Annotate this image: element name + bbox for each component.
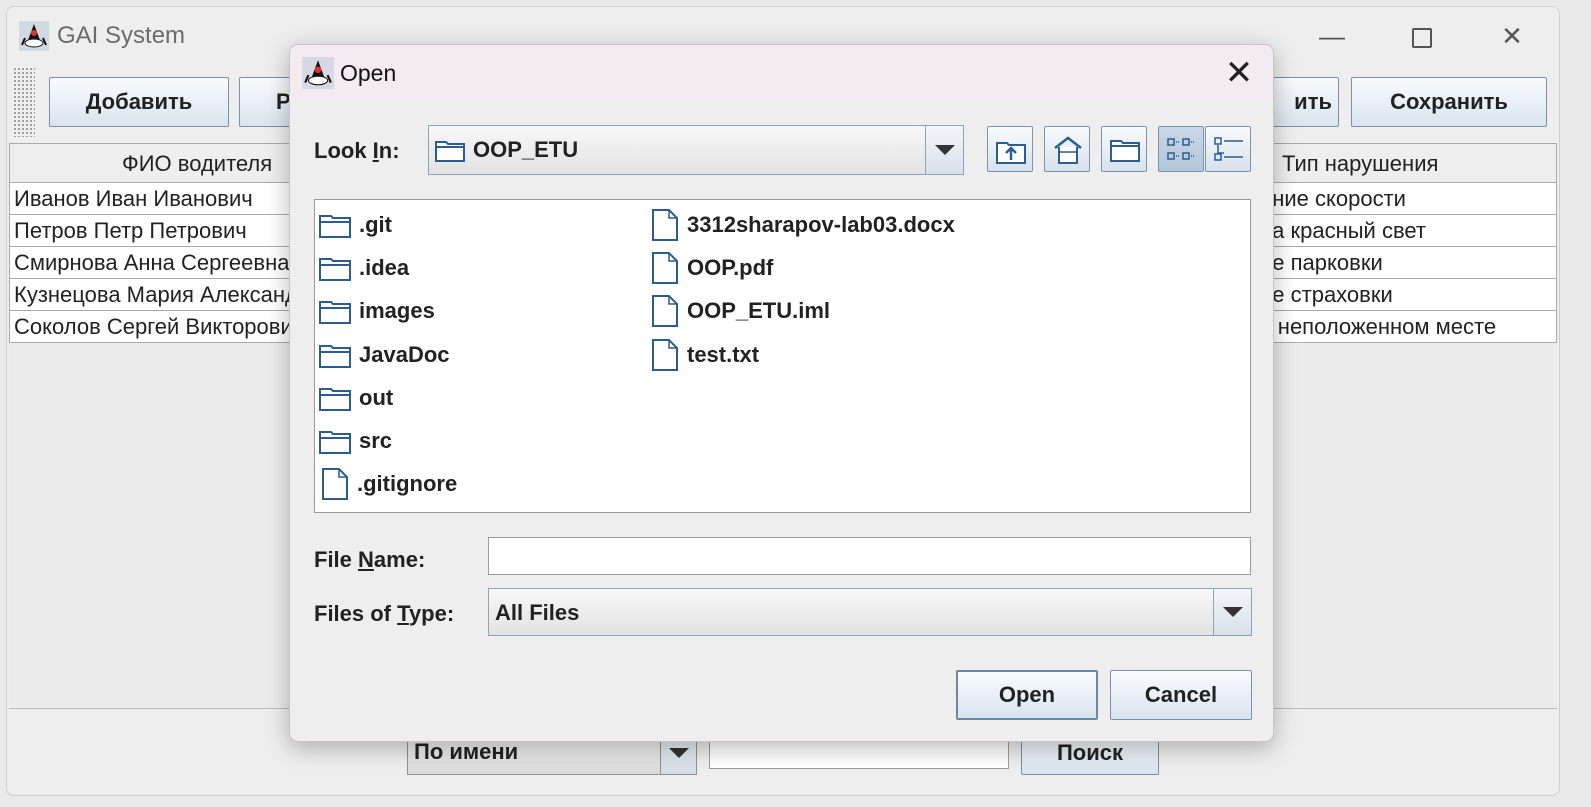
column-header-violation[interactable]: Тип нарушения [1282, 144, 1438, 182]
folder-icon [319, 258, 351, 281]
cell-violation: ение скорости [1260, 186, 1406, 211]
file-type-select[interactable]: All Files [488, 588, 1252, 636]
look-in-select[interactable]: OOP_ETU [428, 125, 964, 175]
cell-violation: на красный свет [1260, 218, 1426, 243]
folder-icon [319, 388, 351, 411]
folder-icon [319, 431, 351, 454]
cell-violation: в неположенном месте [1260, 314, 1497, 339]
dialog-titlebar: Open ✕ [290, 45, 1273, 101]
list-item[interactable]: JavaDoc [319, 337, 450, 373]
cancel-button[interactable]: Cancel [1110, 670, 1252, 720]
list-item[interactable]: 3312sharapov-lab03.docx [651, 207, 955, 243]
dialog-close-button[interactable]: ✕ [1219, 53, 1259, 93]
maximize-button[interactable] [1402, 19, 1442, 53]
list-item[interactable]: .gitignore [321, 466, 457, 502]
save-button[interactable]: Сохранить [1351, 77, 1547, 127]
list-item[interactable]: .idea [319, 250, 409, 286]
java-duke-icon [19, 21, 49, 51]
up-one-level-button[interactable] [987, 126, 1033, 172]
folder-icon [319, 301, 351, 324]
cell-driver: Иванов Иван Иванович [14, 186, 253, 211]
close-icon: ✕ [1501, 21, 1523, 51]
look-in-label: Look In: [314, 138, 400, 163]
chevron-down-icon[interactable] [925, 126, 963, 174]
folder-icon [435, 141, 465, 162]
cell-violation: ие страховки [1260, 282, 1393, 307]
cell-driver: Смирнова Анна Сергеевна [14, 250, 290, 275]
list-item[interactable]: OOP_ETU.iml [651, 293, 830, 329]
dialog-title: Open [340, 60, 397, 86]
cell-driver: Соколов Сергей Викторович [14, 314, 305, 339]
chevron-down-icon[interactable] [1213, 589, 1251, 635]
add-button[interactable]: Добавить [49, 77, 229, 127]
main-window-title: GAI System [57, 22, 186, 49]
close-icon: ✕ [1224, 54, 1254, 92]
up-one-level-icon [996, 142, 1026, 164]
home-button[interactable] [1044, 126, 1090, 172]
toolbar-grip[interactable] [13, 67, 35, 137]
list-item[interactable]: images [319, 293, 435, 329]
look-in-value: OOP_ETU [473, 137, 579, 162]
list-view-button[interactable] [1158, 126, 1204, 172]
open-file-dialog: Open ✕ Look In: OOP_ETU .git .idea image… [289, 44, 1274, 742]
list-view-icon [1167, 138, 1195, 160]
file-icon [652, 252, 678, 284]
java-duke-icon [302, 57, 334, 89]
minimize-button[interactable]: — [1312, 19, 1352, 53]
home-icon [1054, 136, 1082, 164]
folder-icon [319, 345, 351, 368]
minimize-icon: — [1319, 21, 1345, 51]
details-view-button[interactable] [1205, 126, 1251, 172]
list-item[interactable]: OOP.pdf [651, 250, 773, 286]
list-item[interactable]: out [319, 380, 393, 416]
file-type-label: Files of Type: [314, 601, 455, 626]
file-icon [652, 295, 678, 327]
list-item[interactable]: src [319, 423, 392, 459]
file-icon [652, 209, 678, 241]
folder-icon [319, 215, 351, 238]
cell-driver: Петров Петр Петрович [14, 218, 247, 243]
search-mode-value: По имени [414, 739, 519, 764]
details-view-icon [1214, 137, 1243, 161]
file-icon [652, 339, 678, 371]
file-list[interactable]: .git .idea images JavaDoc out src .gitig… [314, 199, 1251, 513]
list-item[interactable]: test.txt [651, 337, 759, 373]
open-button[interactable]: Open [956, 670, 1098, 720]
file-icon [322, 468, 348, 500]
main-close-button[interactable]: ✕ [1492, 19, 1532, 53]
list-item[interactable]: .git [319, 207, 392, 243]
maximize-icon [1412, 28, 1432, 49]
cell-violation: ие парковки [1260, 250, 1383, 275]
file-name-label: File Name: [314, 547, 426, 572]
new-folder-icon [1110, 140, 1140, 162]
column-header-driver[interactable]: ФИО водителя [122, 144, 272, 182]
file-type-value: All Files [495, 600, 580, 625]
new-folder-button[interactable] [1101, 126, 1147, 172]
file-name-input[interactable] [488, 537, 1251, 575]
